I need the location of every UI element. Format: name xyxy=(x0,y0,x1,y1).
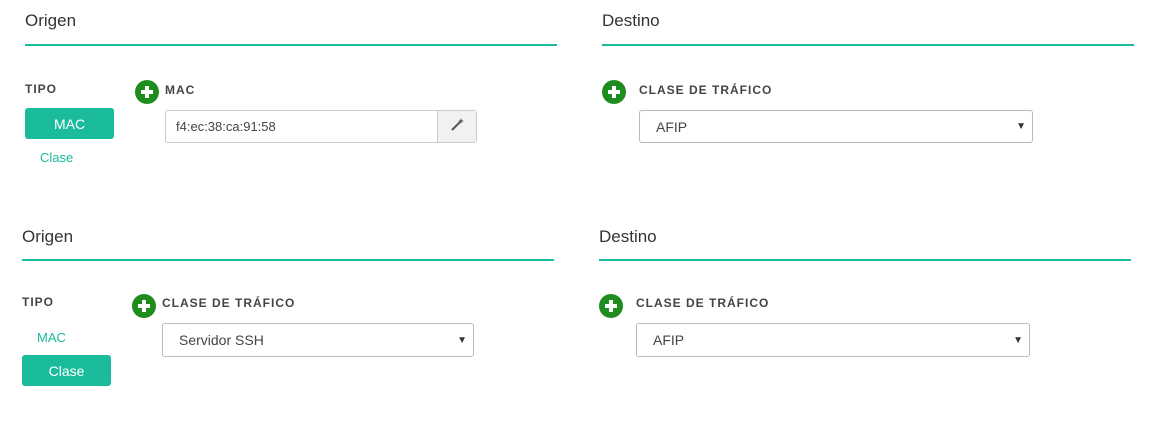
selected-value: AFIP xyxy=(656,118,688,135)
caret-down-icon: ▼ xyxy=(1013,334,1023,346)
origin-traffic-class-select[interactable]: Servidor SSH ▼ xyxy=(162,323,474,357)
traffic-class-label: CLASE DE TRÁFICO xyxy=(162,296,296,310)
traffic-class-label: CLASE DE TRÁFICO xyxy=(639,83,773,97)
destination-title: Destino xyxy=(602,11,660,30)
section-divider xyxy=(602,44,1134,46)
tipo-label: TIPO xyxy=(25,82,58,96)
origin-title: Origen xyxy=(22,227,74,246)
selected-value: AFIP xyxy=(653,332,685,348)
tipo-mac-button[interactable]: MAC xyxy=(25,108,114,139)
mac-input-group: f4:ec:38:ca:91:58 xyxy=(165,110,477,143)
section-divider xyxy=(22,259,554,261)
destination-title: Destino xyxy=(599,227,657,246)
plus-circle-icon[interactable] xyxy=(599,294,623,318)
traffic-class-label: CLASE DE TRÁFICO xyxy=(636,296,770,310)
mac-field-label: MAC xyxy=(165,83,196,97)
section-divider xyxy=(25,44,557,46)
tipo-clase-button[interactable]: Clase xyxy=(22,355,111,386)
caret-down-icon: ▼ xyxy=(457,334,467,346)
caret-down-icon: ▼ xyxy=(1016,121,1026,132)
plus-circle-icon[interactable] xyxy=(135,80,159,104)
origin-title: Origen xyxy=(25,11,77,30)
section-divider xyxy=(599,259,1131,261)
destination-traffic-class-select[interactable]: AFIP ▼ xyxy=(636,323,1030,357)
magic-wand-button[interactable] xyxy=(437,111,476,142)
plus-circle-icon[interactable] xyxy=(132,294,156,318)
magic-wand-icon xyxy=(450,118,464,135)
mac-input[interactable]: f4:ec:38:ca:91:58 xyxy=(166,119,437,134)
destination-traffic-class-select[interactable]: AFIP ▼ xyxy=(639,110,1033,143)
tipo-clase-link[interactable]: Clase xyxy=(40,150,73,165)
tipo-mac-link[interactable]: MAC xyxy=(37,330,66,345)
tipo-label: TIPO xyxy=(22,295,55,309)
selected-value: Servidor SSH xyxy=(179,332,264,348)
plus-circle-icon[interactable] xyxy=(602,80,626,104)
